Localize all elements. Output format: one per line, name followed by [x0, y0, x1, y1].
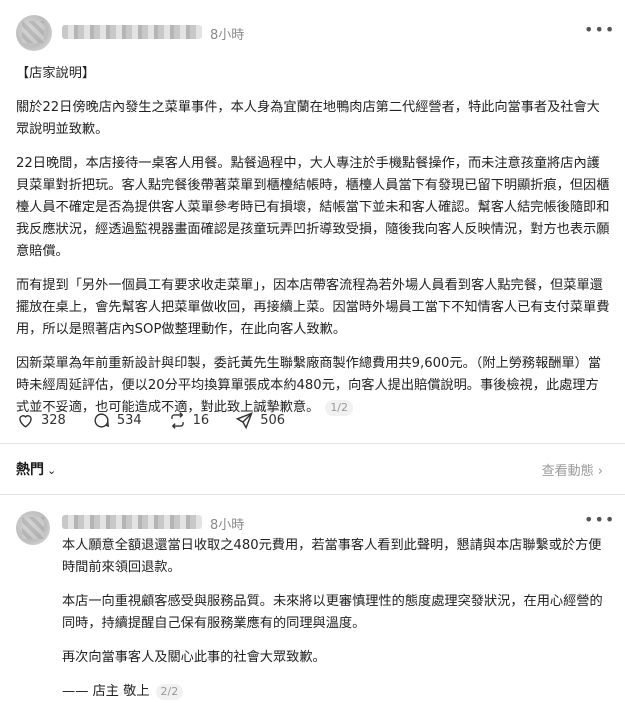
divider [0, 443, 625, 444]
sort-label: 熱門 [16, 462, 44, 478]
more-horizontal-icon[interactable]: ••• [584, 510, 615, 529]
like-button[interactable]: 328 [16, 411, 66, 430]
post-paragraph: 關於22日傍晚店內發生之菜單事件，本人身為宜蘭在地鴨肉店第二代經營者，特此向當事… [16, 100, 600, 137]
comment-button[interactable]: 534 [92, 411, 142, 430]
more-horizontal-icon[interactable]: ••• [584, 20, 615, 39]
chevron-right-icon: › [597, 464, 603, 479]
like-count: 328 [41, 413, 66, 428]
repost-count: 16 [192, 413, 210, 428]
divider [0, 494, 625, 495]
view-activity-link[interactable]: 查看動態 › [542, 460, 603, 479]
reply-timestamp: 8小時 [210, 518, 245, 533]
post-timestamp: 8小時 [210, 28, 245, 43]
page-indicator: 1/2 [325, 400, 354, 416]
view-activity-label: 查看動態 [541, 464, 594, 479]
reply-paragraph: 再次向當事客人及關心此事的社會大眾致歉。 [62, 650, 326, 665]
reply-paragraph: 本人願意全額退還當日收取之480元費用，若當事客人看到此聲明，懇請與本店聯繫或於… [62, 538, 602, 575]
post-body: 【店家說明】 關於22日傍晚店內發生之菜單事件，本人身為宜蘭在地鴨肉店第二代經營… [16, 63, 611, 431]
reply-body: 本人願意全額退還當日收取之480元費用，若當事客人看到此聲明，懇請與本店聯繫或於… [62, 535, 610, 703]
chevron-down-icon: ⌄ [47, 464, 57, 477]
post-paragraph: 而有提到「另外一個員工有要求收走菜單」，因本店帶客流程為若外場人員看到客人點完餐… [16, 278, 610, 337]
repost-button[interactable]: 16 [168, 411, 210, 430]
post-paragraph: 22日晚間，本店接待一桌客人用餐。點餐過程中，大人專注於手機點餐操作，而未注意孩… [16, 156, 610, 259]
page-indicator: 2/2 [155, 684, 184, 700]
post-paragraph: 因新菜單為年前重新設計與印製，委託黃先生聯繫廠商製作總費用共9,600元。（附上… [16, 353, 611, 419]
reply-paragraph: —— 店主 敬上 2/2 [62, 681, 610, 703]
heart-icon [19, 415, 32, 428]
username-redacted[interactable] [62, 25, 202, 39]
send-icon [235, 412, 254, 430]
avatar[interactable] [16, 15, 52, 51]
share-button[interactable]: 506 [235, 411, 285, 430]
reply-avatar[interactable] [16, 511, 50, 545]
post-paragraph-text: 因新菜單為年前重新設計與印製，委託黃先生聯繫廠商製作總費用共9,600元。（附上… [16, 356, 602, 415]
repost-icon [170, 412, 184, 429]
comment-count: 534 [116, 413, 142, 428]
post-actions: 328 534 16 506 [16, 411, 285, 430]
reply-username-redacted[interactable] [62, 515, 202, 529]
post-paragraph: 【店家說明】 [16, 66, 96, 81]
comment-icon [94, 413, 110, 428]
sort-dropdown[interactable]: 熱門 ⌄ [16, 459, 56, 479]
reply-paragraph: 本店一向重視顧客感受與服務品質。未來將以更審慎理性的態度處理突發狀況，在用心經營… [62, 594, 603, 631]
reply-signature: —— 店主 敬上 [62, 684, 150, 699]
share-count: 506 [260, 413, 286, 428]
